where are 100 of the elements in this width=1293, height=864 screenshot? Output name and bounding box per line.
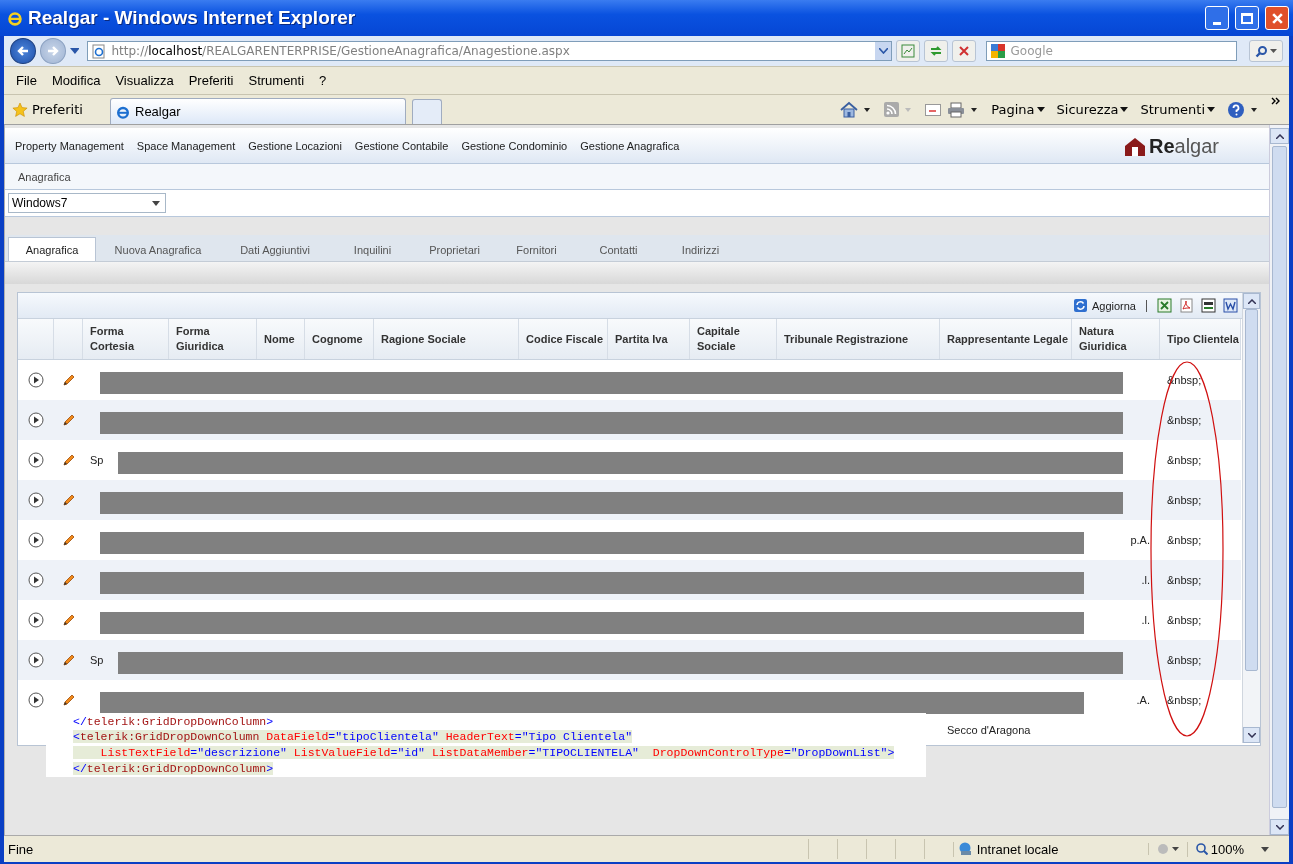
address-dropdown-button[interactable] (875, 42, 892, 60)
star-icon (12, 101, 28, 118)
table-cell: &nbsp; (1167, 574, 1202, 586)
column-header[interactable]: Forma Cortesia (83, 319, 169, 359)
close-button[interactable] (1265, 6, 1289, 30)
tab[interactable]: Inquilini (333, 238, 412, 261)
tab[interactable]: Nuova Anagrafica (99, 238, 217, 261)
arrow-left-icon (15, 44, 30, 58)
command-menu[interactable]: Pagina (991, 102, 1045, 117)
expand-icon[interactable] (28, 532, 44, 548)
expand-icon[interactable] (28, 652, 44, 668)
nav-link[interactable]: Gestione Contabile (354, 139, 449, 152)
pencil-icon[interactable] (61, 493, 76, 507)
scroll-down-button[interactable] (1270, 819, 1289, 835)
column-header[interactable]: Cognome (305, 319, 374, 359)
excel-export-icon[interactable] (1157, 298, 1172, 313)
menu-item[interactable]: Modifica (51, 73, 101, 88)
close-icon (957, 45, 970, 57)
nav-link[interactable]: Gestione Locazioni (248, 139, 342, 152)
status-text: Fine (7, 841, 34, 857)
word-export-icon[interactable] (1223, 298, 1238, 313)
pencil-icon[interactable] (61, 573, 76, 587)
table-cell: &nbsp; (1167, 414, 1202, 426)
scroll-up-button[interactable] (1270, 128, 1289, 144)
tab[interactable]: Indirizzi (661, 238, 740, 261)
scrollbar-thumb[interactable] (1245, 309, 1258, 671)
zoom-level[interactable]: 100% (1186, 841, 1289, 857)
column-header[interactable]: Codice Fiscale (519, 319, 608, 359)
csv-export-icon[interactable] (1201, 298, 1216, 313)
table-cell: &nbsp; (1167, 614, 1202, 626)
pencil-icon[interactable] (61, 413, 76, 427)
browser-tab[interactable]: Realgar (110, 98, 406, 124)
column-header[interactable]: Nome (257, 319, 305, 359)
pencil-icon[interactable] (61, 613, 76, 627)
caret-icon[interactable] (971, 107, 978, 112)
column-header[interactable]: Natura Giuridica (1072, 319, 1160, 359)
stop-button[interactable] (951, 40, 976, 62)
caret-icon[interactable] (864, 107, 871, 112)
maximize-button[interactable] (1235, 6, 1259, 30)
expand-icon[interactable] (28, 612, 44, 628)
scroll-down-button[interactable] (1243, 727, 1260, 743)
column-header[interactable]: Capitale Sociale (690, 319, 777, 359)
zoom-icon (1195, 843, 1208, 855)
column-header[interactable]: Tribunale Registrazione (777, 319, 940, 359)
pdf-export-icon[interactable] (1179, 298, 1194, 313)
tab[interactable]: Contatti (579, 238, 658, 261)
menu-item[interactable]: Strumenti (248, 73, 305, 88)
column-header[interactable]: Ragione Sociale (374, 319, 519, 359)
chevron-icon[interactable] (1271, 97, 1281, 105)
expand-icon[interactable] (28, 412, 44, 428)
nav-link[interactable]: Property Management (15, 139, 124, 152)
expand-icon[interactable] (28, 452, 44, 468)
refresh-button[interactable]: Aggiorna (1073, 299, 1136, 312)
minimize-button[interactable] (1205, 6, 1229, 30)
column-header[interactable]: Forma Giuridica (169, 319, 257, 359)
table-cell: &nbsp; (1167, 534, 1202, 546)
pencil-icon[interactable] (61, 453, 76, 467)
mail-icon[interactable] (925, 103, 942, 116)
menu-item[interactable]: ? (319, 73, 327, 88)
column-header[interactable]: Partita Iva (608, 319, 690, 359)
caret-icon[interactable] (1251, 107, 1257, 112)
menu-item[interactable]: Visualizza (115, 73, 174, 88)
back-button[interactable] (10, 38, 36, 64)
pencil-icon[interactable] (61, 533, 76, 547)
window-title: Realgar - Windows Internet Explorer (28, 7, 356, 29)
nav-link[interactable]: Space Management (136, 139, 236, 152)
pencil-icon[interactable] (61, 373, 76, 387)
expand-icon[interactable] (28, 692, 44, 708)
command-menu[interactable]: Strumenti (1140, 102, 1215, 117)
page-icon (92, 43, 107, 59)
table-cell: &nbsp; (1167, 454, 1202, 466)
menu-item[interactable]: File (16, 73, 37, 88)
caret-icon (1270, 49, 1278, 53)
command-menu[interactable]: Sicurezza (1056, 102, 1129, 117)
refresh-button[interactable] (923, 40, 948, 62)
column-header[interactable]: Rappresentante Legale (940, 319, 1072, 359)
logo: Realgar (1124, 135, 1219, 156)
expand-icon[interactable] (28, 372, 44, 388)
tab[interactable]: Proprietari (415, 238, 494, 261)
tab[interactable]: Anagrafica (8, 237, 96, 261)
tab[interactable]: Fornitori (497, 238, 576, 261)
pencil-icon[interactable] (61, 653, 76, 667)
column-header[interactable]: Tipo Clientela (1160, 319, 1241, 359)
pencil-icon[interactable] (61, 693, 76, 707)
scrollbar-thumb[interactable] (1272, 146, 1287, 808)
tab[interactable]: Dati Aggiuntivi (220, 238, 330, 261)
expand-icon[interactable] (28, 492, 44, 508)
favorites-button[interactable]: Preferiti (12, 101, 104, 118)
home-icon[interactable] (840, 101, 859, 118)
nav-link[interactable]: Gestione Condominio (461, 139, 568, 152)
expand-icon[interactable] (28, 572, 44, 588)
menu-item[interactable]: Preferiti (188, 73, 234, 88)
nav-link[interactable]: Gestione Anagrafica (580, 139, 680, 152)
address-field[interactable]: http://localhost/REALGARENTERPRISE/GestioneAnagrafica/Anagestione.aspx (87, 41, 893, 61)
skin-dropdown[interactable]: Windows7 (8, 193, 166, 213)
help-icon[interactable] (1227, 100, 1245, 119)
search-button[interactable] (1249, 40, 1283, 62)
printer-icon[interactable] (947, 101, 966, 118)
scroll-up-button[interactable] (1243, 293, 1260, 309)
history-dropdown-icon[interactable] (69, 48, 80, 54)
